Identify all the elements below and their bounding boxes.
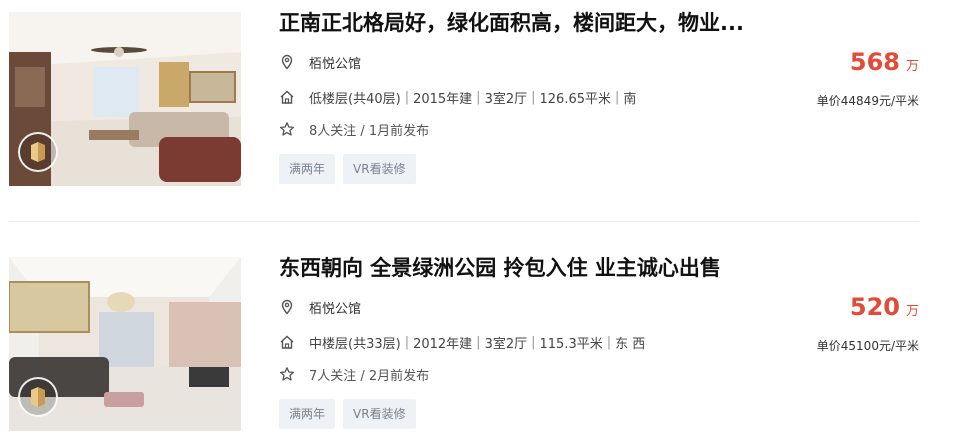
floor-area: 126.65平米 — [539, 91, 612, 107]
tag-vr[interactable]: VR看装修 — [343, 399, 416, 429]
floor-info: 低楼层(共40层) — [309, 91, 401, 107]
price-value: 520 — [849, 293, 900, 321]
location-pin-icon — [279, 54, 295, 70]
build-year: 2012年建 — [413, 336, 473, 352]
floor-info: 中楼层(共33层) — [309, 336, 401, 352]
total-price: 568 万 — [850, 48, 919, 76]
vr-badge-icon[interactable] — [18, 132, 58, 172]
community-row: 栢悦公馆 — [279, 297, 361, 317]
unit-price: 单价45100元/平米 — [816, 339, 919, 353]
community-row: 栢悦公馆 — [279, 52, 361, 72]
floor-area: 115.3平米 — [539, 336, 603, 352]
price-unit: 万 — [905, 304, 919, 319]
house-icon — [279, 334, 295, 350]
listing-info: 东西朝向 全景绿洲公园 拎包入住 业主诚心出售 栢悦公馆 中楼层(共33层) |… — [279, 254, 799, 431]
tag-vr[interactable]: VR看装修 — [343, 154, 416, 184]
orientation: 南 — [623, 91, 637, 107]
listing-title[interactable]: 东西朝向 全景绿洲公园 拎包入住 业主诚心出售 — [279, 254, 779, 282]
orientation: 东 西 — [615, 336, 646, 352]
room-layout: 3室2厅 — [484, 336, 528, 352]
listing-info: 正南正北格局好，绿化面积高，楼间距大，物业... 栢悦公馆 低楼层(共40层) … — [279, 9, 799, 186]
location-pin-icon — [279, 299, 295, 315]
listing-card[interactable]: 正南正北格局好，绿化面积高，楼间距大，物业... 栢悦公馆 低楼层(共40层) … — [9, 9, 919, 186]
house-info-row: 中楼层(共33层) | 2012年建 | 3室2厅 | 115.3平米 | 东 … — [279, 332, 645, 352]
follow-row: 8人关注 / 1月前发布 — [279, 119, 429, 139]
listing-title[interactable]: 正南正北格局好，绿化面积高，楼间距大，物业... — [279, 9, 779, 37]
tag-two-years: 满两年 — [279, 399, 336, 429]
listing-card[interactable]: 东西朝向 全景绿洲公园 拎包入住 业主诚心出售 栢悦公馆 中楼层(共33层) |… — [9, 254, 919, 431]
tag-list: 满两年 VR看装修 — [279, 154, 416, 184]
unit-price: 单价44849元/平米 — [816, 94, 919, 108]
listing-thumbnail[interactable] — [9, 257, 241, 431]
listing-divider — [9, 221, 919, 222]
tag-two-years: 满两年 — [279, 154, 336, 184]
listing-thumbnail[interactable] — [9, 12, 241, 186]
star-icon — [279, 121, 295, 137]
house-info-row: 低楼层(共40层) | 2015年建 | 3室2厅 | 126.65平米 | 南 — [279, 87, 636, 107]
follow-row: 7人关注 / 2月前发布 — [279, 364, 429, 384]
community-link[interactable]: 栢悦公馆 — [309, 53, 361, 72]
total-price: 520 万 — [850, 293, 919, 321]
house-icon — [279, 89, 295, 105]
star-icon — [279, 366, 295, 382]
follow-info: 7人关注 / 2月前发布 — [309, 368, 430, 384]
community-link[interactable]: 栢悦公馆 — [309, 298, 361, 317]
price-unit: 万 — [905, 59, 919, 74]
tag-list: 满两年 VR看装修 — [279, 399, 416, 429]
room-layout: 3室2厅 — [484, 91, 528, 107]
build-year: 2015年建 — [413, 91, 473, 107]
price-value: 568 — [849, 48, 900, 76]
follow-info: 8人关注 / 1月前发布 — [309, 123, 430, 139]
vr-badge-icon[interactable] — [18, 377, 58, 417]
